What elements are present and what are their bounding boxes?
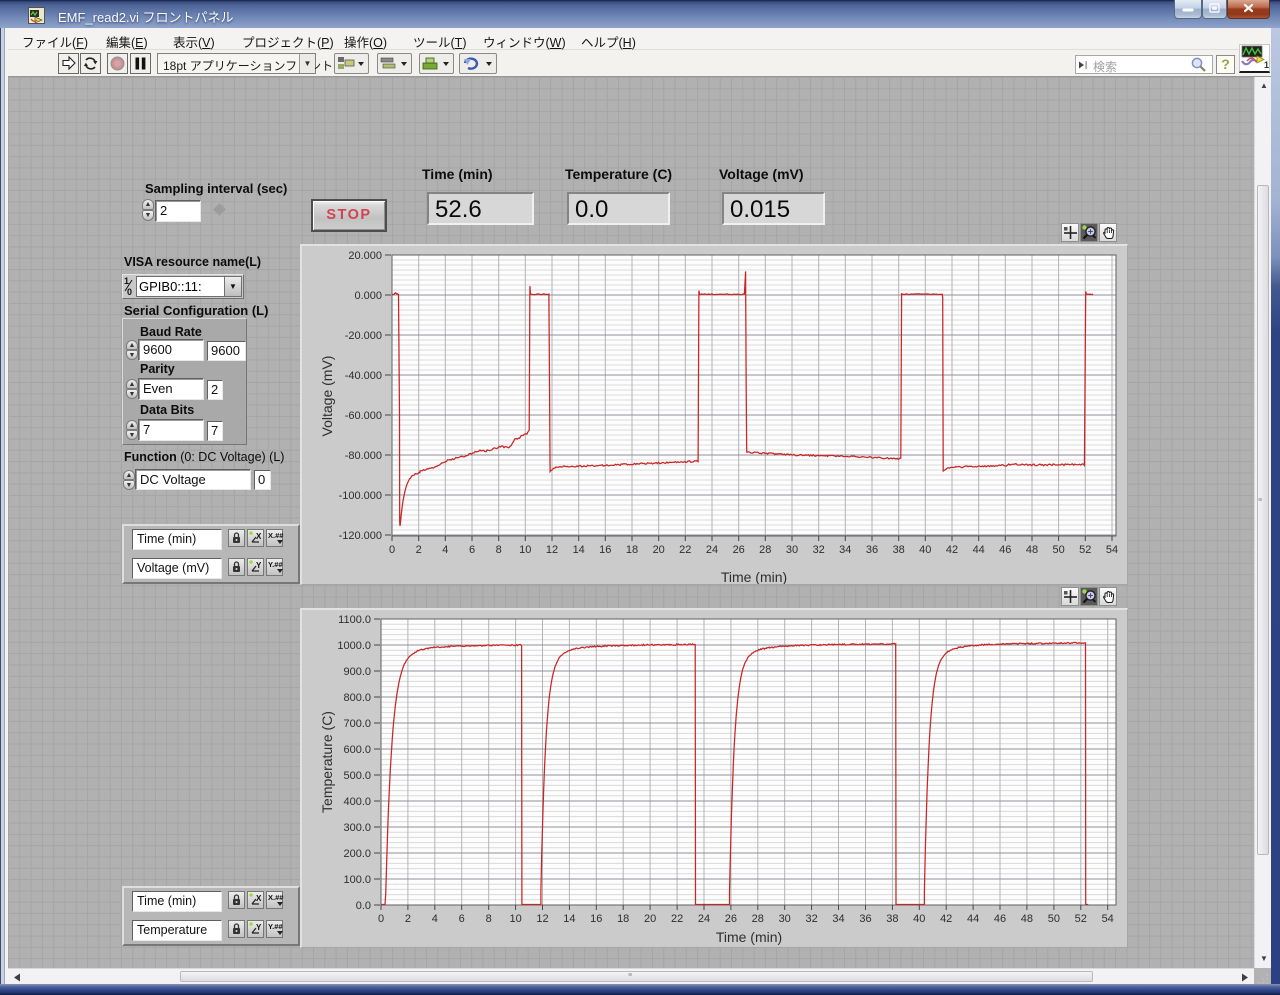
svg-text:Y.##: Y.## [268,922,283,931]
svg-text:18: 18 [626,544,638,556]
svg-text:20: 20 [653,544,665,556]
svg-text:10: 10 [509,913,521,925]
svg-text:30: 30 [779,913,791,925]
svg-text:46: 46 [994,913,1006,925]
svg-text:300.0: 300.0 [343,822,371,834]
svg-text:X: X [256,532,262,541]
svg-text:-100.000: -100.000 [339,490,382,502]
svg-text:0: 0 [389,544,395,556]
svg-text:46: 46 [999,544,1011,556]
svg-text:700.0: 700.0 [343,718,371,730]
svg-text:6: 6 [459,913,465,925]
svg-text:-120.000: -120.000 [339,530,382,542]
svg-text:32: 32 [813,544,825,556]
svg-text:X: X [256,894,262,903]
svg-text:-20.000: -20.000 [345,330,382,342]
svg-text:24: 24 [706,544,718,556]
svg-text:30: 30 [786,544,798,556]
svg-text:44: 44 [967,913,979,925]
svg-text:8: 8 [486,913,492,925]
svg-text:0.0: 0.0 [356,900,371,912]
svg-text:20.000: 20.000 [348,250,382,262]
svg-text:54: 54 [1106,544,1118,556]
svg-text:500.0: 500.0 [343,770,371,782]
svg-text:44: 44 [973,544,985,556]
svg-text:1: 1 [1264,60,1269,70]
svg-text:Temperature (C): Temperature (C) [319,711,335,813]
svg-text:50: 50 [1052,544,1064,556]
svg-text:Y: Y [256,923,262,932]
svg-text:48: 48 [1021,913,1033,925]
svg-text:42: 42 [946,544,958,556]
svg-text:38: 38 [886,913,898,925]
svg-text:-80.000: -80.000 [345,450,382,462]
svg-text:40: 40 [913,913,925,925]
svg-text:Y.##: Y.## [268,560,283,569]
svg-text:0.000: 0.000 [354,290,382,302]
svg-text:28: 28 [759,544,771,556]
svg-text:36: 36 [866,544,878,556]
svg-text:54: 54 [1102,913,1114,925]
svg-text:42: 42 [940,913,952,925]
svg-text:26: 26 [725,913,737,925]
svg-text:28: 28 [752,913,764,925]
svg-text:20: 20 [644,913,656,925]
svg-text:1000.0: 1000.0 [337,640,371,652]
svg-text:36: 36 [859,913,871,925]
svg-text:10: 10 [519,544,531,556]
svg-text:48: 48 [1026,544,1038,556]
svg-text:900.0: 900.0 [343,666,371,678]
svg-text:16: 16 [590,913,602,925]
svg-text:22: 22 [679,544,691,556]
svg-text:0: 0 [378,913,384,925]
svg-text:-60.000: -60.000 [345,410,382,422]
svg-text:4: 4 [442,544,448,556]
svg-text:40: 40 [919,544,931,556]
svg-text:1: 1 [124,276,129,286]
svg-text:52: 52 [1075,913,1087,925]
svg-text:14: 14 [563,913,575,925]
svg-text:16: 16 [599,544,611,556]
svg-text:26: 26 [733,544,745,556]
svg-text:-40.000: -40.000 [345,370,382,382]
svg-text:24: 24 [698,913,710,925]
svg-text:12: 12 [536,913,548,925]
svg-text:X.##: X.## [268,893,284,902]
svg-text:100.0: 100.0 [343,874,371,886]
svg-text:600.0: 600.0 [343,744,371,756]
svg-text:2: 2 [416,544,422,556]
svg-text:12: 12 [546,544,558,556]
svg-text:50: 50 [1048,913,1060,925]
svg-text:6: 6 [469,544,475,556]
svg-text:22: 22 [671,913,683,925]
svg-text:Time (min): Time (min) [716,929,782,945]
svg-text:2: 2 [405,913,411,925]
svg-text:38: 38 [893,544,905,556]
svg-text:4: 4 [432,913,438,925]
svg-text:Time (min): Time (min) [721,569,787,584]
svg-text:X.##: X.## [268,531,284,540]
svg-text:Voltage (mV): Voltage (mV) [319,356,335,437]
svg-text:34: 34 [832,913,844,925]
svg-text:400.0: 400.0 [343,796,371,808]
svg-text:14: 14 [573,544,585,556]
svg-text:18: 18 [617,913,629,925]
svg-text:200.0: 200.0 [343,848,371,860]
svg-text:Y: Y [256,561,262,570]
svg-text:800.0: 800.0 [343,692,371,704]
svg-text:52: 52 [1079,544,1091,556]
svg-text:32: 32 [805,913,817,925]
svg-text:34: 34 [839,544,851,556]
svg-text:8: 8 [496,544,502,556]
svg-text:1100.0: 1100.0 [338,614,371,626]
svg-text:0: 0 [127,287,132,297]
